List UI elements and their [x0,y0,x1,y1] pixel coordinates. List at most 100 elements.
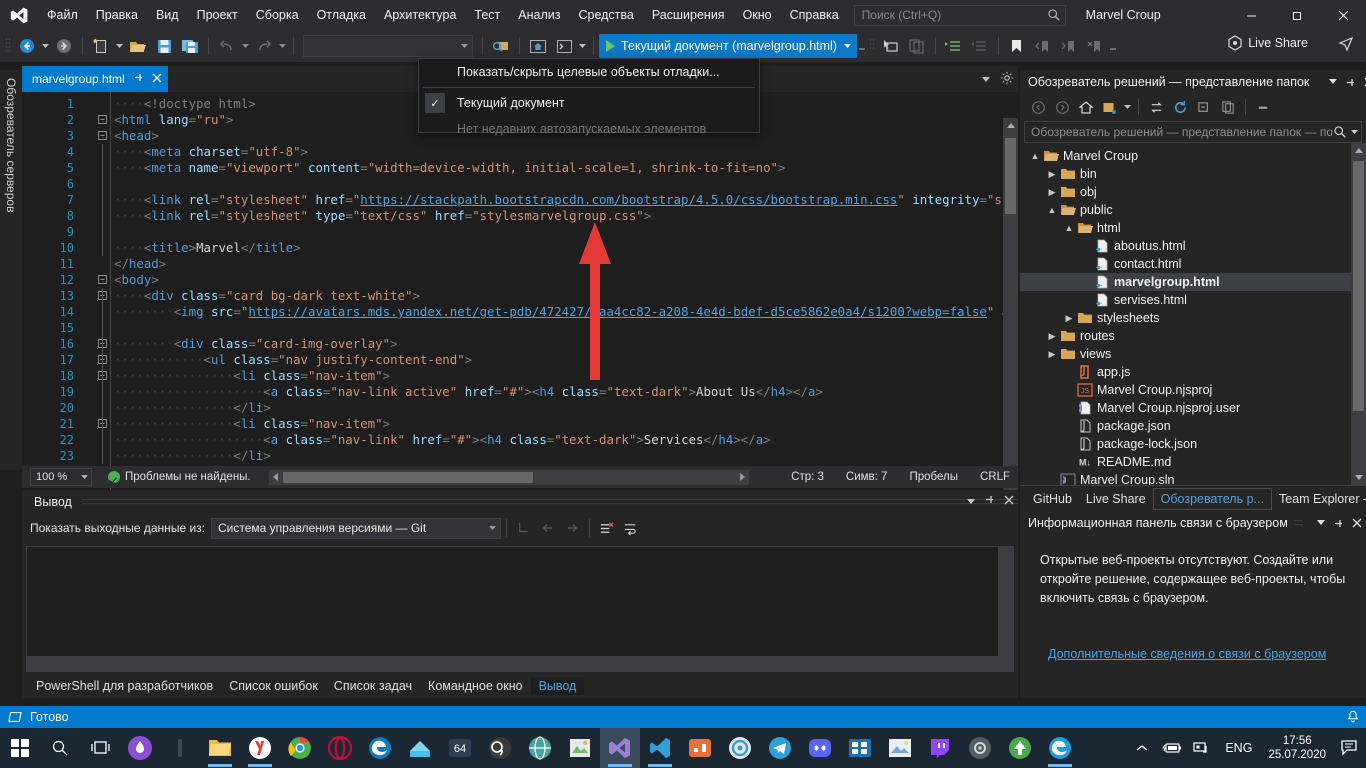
tree-item[interactable]: Marvel Croup.njsproj.user [1020,399,1366,417]
taskbar-app-obs[interactable] [480,728,520,768]
taskbar-app-64gram[interactable]: 64 [440,728,480,768]
output-horizontal-scrollbar[interactable] [27,656,998,671]
close-icon[interactable] [152,72,162,86]
navigate-back-button[interactable] [15,34,39,58]
taskbar-app-orange[interactable] [680,728,720,768]
se-home-button[interactable] [1075,96,1097,118]
taskbar-app-paint-net[interactable] [560,728,600,768]
menu-test[interactable]: Тест [465,0,509,30]
open-file-button[interactable] [126,34,150,58]
redo-button[interactable] [252,34,276,58]
menu-tools[interactable]: Средства [569,0,642,30]
menu-extensions[interactable]: Расширения [643,0,734,30]
taskbar-app-visual-studio[interactable] [600,728,640,768]
menu-analyze[interactable]: Анализ [509,0,569,30]
minimize-button[interactable] [1228,0,1274,30]
next-bookmark-button[interactable] [1057,34,1081,58]
prev-bookmark-button[interactable] [1031,34,1055,58]
live-share-button[interactable]: Live Share [1227,35,1308,51]
taskbar-app-gray-circle[interactable] [960,728,1000,768]
start-button[interactable] [0,728,40,768]
code-line[interactable]: 8 ····<link rel="stylesheet" type="text/c… [22,208,1018,224]
home-browser-button[interactable] [526,34,550,58]
step-into-button[interactable] [879,34,903,58]
new-project-button[interactable] [89,34,113,58]
taskbar-app-green-arrow[interactable] [1000,728,1040,768]
tree-vertical-scrollbar[interactable] [1351,143,1366,485]
expand-toggle-icon[interactable]: ▶ [1062,313,1076,324]
navigate-back-dropdown[interactable] [40,34,51,58]
fold-toggle-icon[interactable]: − [98,275,107,284]
console-dropdown[interactable] [577,34,588,58]
code-line[interactable]: 7 ····<link rel="stylesheet" href="https:… [22,192,1018,208]
se-sync-button[interactable] [1145,96,1167,118]
tree-item[interactable]: ▶ bin [1020,165,1366,183]
outdent-button[interactable] [968,34,992,58]
tree-item[interactable]: contact.html [1020,255,1366,273]
find-in-files-button[interactable] [489,34,513,58]
editor-horizontal-scrollbar[interactable] [268,469,749,485]
save-all-button[interactable] [178,34,202,58]
taskbar-app-edge-chromium[interactable] [1040,728,1080,768]
toggle-bookmark-button[interactable] [1005,34,1029,58]
menu-item-current-document[interactable]: ✓ Текущий документ [419,90,759,116]
taskbar-app-photo[interactable] [880,728,920,768]
editor-scroll-thumb[interactable] [1005,138,1016,214]
scroll-down-button[interactable] [1351,470,1366,485]
close-icon[interactable] [1352,518,1362,528]
close-icon[interactable] [1004,494,1014,508]
close-button[interactable] [1320,0,1366,30]
tray-expand-button[interactable] [1127,728,1157,768]
se-properties-button[interactable] [1252,96,1274,118]
taskbar-app-edge[interactable] [360,728,400,768]
menu-view[interactable]: Вид [147,0,188,30]
spaces-indicator[interactable]: Пробелы [909,471,958,483]
search-input[interactable] [861,8,1047,22]
console-button[interactable] [552,34,576,58]
quick-launch-search[interactable] [853,4,1066,26]
expand-toggle-icon[interactable]: ▲ [1028,151,1042,161]
expand-toggle-icon[interactable]: ▶ [1045,169,1059,180]
taskbar-app-file-explorer[interactable] [200,728,240,768]
expand-toggle-icon[interactable]: ▲ [1045,205,1059,215]
find-message-button[interactable] [513,517,535,539]
tree-item[interactable]: ▶ obj [1020,183,1366,201]
expand-toggle-icon[interactable]: ▶ [1045,349,1059,360]
taskbar-clock[interactable]: 17:56 25.07.2020 [1260,734,1334,762]
expand-toggle-icon[interactable]: ▲ [1062,223,1076,233]
tree-item[interactable]: ▶ views [1020,345,1366,363]
menu-debug[interactable]: Отладка [308,0,375,30]
bl-dropdown-icon[interactable] [1317,520,1325,526]
taskbar-app-blue-roof[interactable] [400,728,440,768]
scroll-up-button[interactable] [1003,118,1018,133]
h-scroll-thumb[interactable] [282,471,533,483]
tree-item-selected[interactable]: marvelgroup.html [1020,273,1366,291]
menu-build[interactable]: Сборка [247,0,308,30]
se-show-all-files-button[interactable] [1217,96,1239,118]
tab-marvelgroup-html[interactable]: marvelgroup.html [22,66,168,92]
language-indicator[interactable]: ENG [1217,741,1260,755]
taskbar-app-twitch[interactable] [920,728,960,768]
code-line[interactable]: 9 [22,224,1018,240]
code-line[interactable]: 21−················<li class="nav-item"> [22,416,1018,432]
taskbar-app-green-globe[interactable] [520,728,560,768]
tree-item[interactable]: ▲ public [1020,201,1366,219]
se-collapse-all-button[interactable] [1193,96,1215,118]
indent-button[interactable] [942,34,966,58]
dock-tab-3[interactable]: Team Explorer —... [1272,489,1366,509]
tree-item[interactable]: M↓ README.md [1020,453,1366,471]
new-project-dropdown[interactable] [114,34,125,58]
battery-icon[interactable] [1157,728,1187,768]
zoom-level-combo[interactable]: 100 % [30,468,92,486]
clear-output-button[interactable] [596,517,618,539]
feedback-button[interactable] [1338,36,1354,55]
tree-item[interactable]: JS Marvel Croup.njsproj [1020,381,1366,399]
pin-icon[interactable] [133,72,144,86]
se-views-button[interactable] [1099,96,1121,118]
start-overflow[interactable] [857,34,868,58]
tree-item[interactable]: aboutus.html [1020,237,1366,255]
chevron-down-icon[interactable] [1351,129,1358,135]
se-search-input[interactable] [1031,125,1333,139]
code-line[interactable]: 11 </head> [22,256,1018,272]
code-line[interactable]: 23 ················</li> [22,448,1018,464]
